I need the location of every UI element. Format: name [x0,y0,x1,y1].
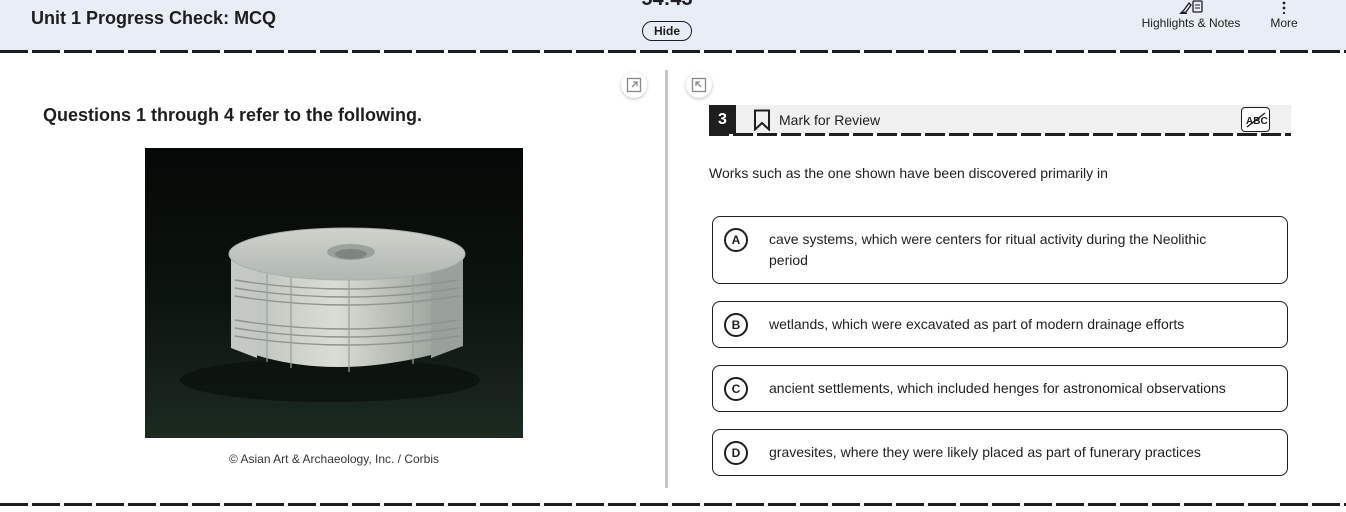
footer-divider [0,503,1346,506]
answer-option-a[interactable]: A cave systems, which were centers for r… [712,216,1288,284]
answer-eliminator-icon: ABC [1246,111,1267,128]
mark-for-review-label: Mark for Review [779,112,881,128]
question-prompt: Works such as the one shown have been di… [709,165,1108,181]
expand-stimulus-button[interactable] [621,72,647,98]
option-text-d: gravesites, where they were likely place… [769,444,1201,460]
top-header: Unit 1 Progress Check: MCQ 54:43 Hide Hi… [0,0,1346,50]
image-credit: © Asian Art & Archaeology, Inc. / Corbis [228,452,440,466]
option-letter-a: A [724,228,748,252]
expand-question-button[interactable] [686,72,712,98]
answer-eliminator-button[interactable]: ABC [1241,107,1270,132]
option-text-b: wetlands, which were excavated as part o… [769,316,1185,332]
option-text-c: ancient settlements, which included heng… [769,380,1226,396]
answer-option-b[interactable]: B wetlands, which were excavated as part… [712,301,1288,348]
option-text-a: cave systems, which were centers for rit… [769,231,1207,268]
question-header-bar: 3 Mark for Review ABC [709,105,1291,134]
page-title: Unit 1 Progress Check: MCQ [31,8,277,28]
mark-for-review-button[interactable]: Mark for Review [753,108,880,132]
question-number: 3 [709,105,736,134]
option-letter-c: C [724,377,748,401]
stimulus-heading: Questions 1 through 4 refer to the follo… [43,105,423,125]
timer-display: 54:43 [636,0,698,11]
header-divider [0,50,1346,53]
more-label: More [1270,16,1298,30]
highlights-notes-button[interactable]: Highlights & Notes [1140,0,1242,30]
option-letter-b: B [724,313,748,337]
jade-cong-image [145,148,523,438]
answer-option-c[interactable]: C ancient settlements, which included he… [712,365,1288,412]
answer-option-d[interactable]: D gravesites, where they were likely pla… [712,429,1288,476]
highlighter-notes-icon [1178,0,1204,14]
hide-timer-button[interactable]: Hide [642,21,692,41]
more-vertical-icon [1281,0,1287,14]
question-header-divider [709,133,1291,136]
expand-icon [626,77,642,93]
highlights-notes-label: Highlights & Notes [1141,16,1241,30]
bookmark-icon [754,109,770,131]
more-menu-button[interactable]: More [1266,0,1302,30]
option-letter-d: D [724,441,748,465]
pane-resize-handle[interactable] [665,70,668,488]
collapse-icon [691,77,707,93]
